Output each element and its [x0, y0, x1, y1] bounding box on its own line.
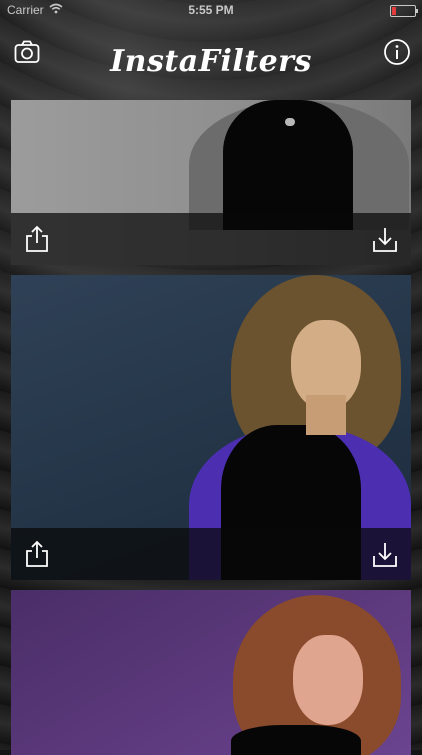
filter-card-blue[interactable]	[11, 275, 411, 580]
filter-card-grayscale[interactable]	[11, 100, 411, 265]
app-title: InstaFilters	[110, 44, 312, 79]
battery-level	[392, 7, 396, 15]
action-bar	[11, 528, 411, 580]
battery-icon	[390, 5, 418, 17]
download-button[interactable]	[369, 538, 401, 570]
app-header: InstaFilters	[0, 22, 422, 100]
download-icon	[373, 543, 397, 567]
share-icon	[26, 225, 48, 252]
face-shape	[293, 635, 363, 725]
filter-card-purple[interactable]	[11, 590, 411, 755]
status-time: 5:55 PM	[188, 3, 234, 17]
status-bar: Carrier 5:55 PM	[0, 0, 422, 20]
info-icon	[384, 39, 410, 65]
action-bar	[11, 213, 411, 265]
info-button[interactable]	[382, 37, 412, 67]
share-button[interactable]	[21, 223, 53, 255]
download-icon	[373, 228, 397, 252]
neck-shape	[306, 395, 346, 435]
torso-shape	[231, 725, 361, 755]
share-icon	[26, 540, 48, 567]
download-button[interactable]	[369, 223, 401, 255]
filtered-photo	[11, 590, 411, 755]
necklace-pendant	[285, 118, 295, 126]
share-button[interactable]	[21, 538, 53, 570]
